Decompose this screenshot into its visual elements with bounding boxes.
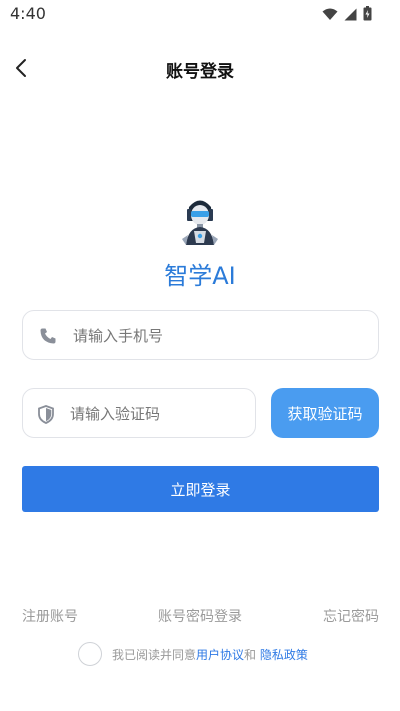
privacy-policy-link[interactable]: 隐私政策 <box>260 646 308 663</box>
page-title: 账号登录 <box>166 62 234 82</box>
agreement-prefix: 我已阅读并同意 <box>112 647 197 662</box>
app-name: 智学AI <box>164 262 236 290</box>
battery-icon <box>363 6 372 25</box>
robot-avatar-icon <box>174 195 226 247</box>
login-button[interactable]: 立即登录 <box>22 466 379 512</box>
verification-code-input[interactable] <box>68 389 245 439</box>
app-header: 账号登录 <box>0 50 400 88</box>
status-bar: 4:40 <box>0 0 400 28</box>
phone-field[interactable] <box>22 310 379 361</box>
agreement-checkbox[interactable] <box>78 642 102 666</box>
signal-icon <box>344 6 357 25</box>
status-icons <box>322 6 372 25</box>
get-code-button[interactable]: 获取验证码 <box>271 388 379 438</box>
forgot-password-link[interactable]: 忘记密码 <box>323 606 379 626</box>
shield-icon <box>37 405 55 424</box>
wifi-icon <box>322 6 338 25</box>
status-time: 4:40 <box>10 4 46 23</box>
agreement-row: 我已阅读并同意 用户协议 和 隐私政策 <box>78 641 308 667</box>
phone-icon <box>39 327 57 345</box>
verification-code-field[interactable] <box>22 388 256 439</box>
agreement-and: 和 <box>244 647 260 662</box>
user-agreement-link[interactable]: 用户协议 <box>196 646 244 663</box>
phone-input[interactable] <box>71 311 366 361</box>
bottom-links: 注册账号 账号密码登录 忘记密码 <box>0 606 400 626</box>
